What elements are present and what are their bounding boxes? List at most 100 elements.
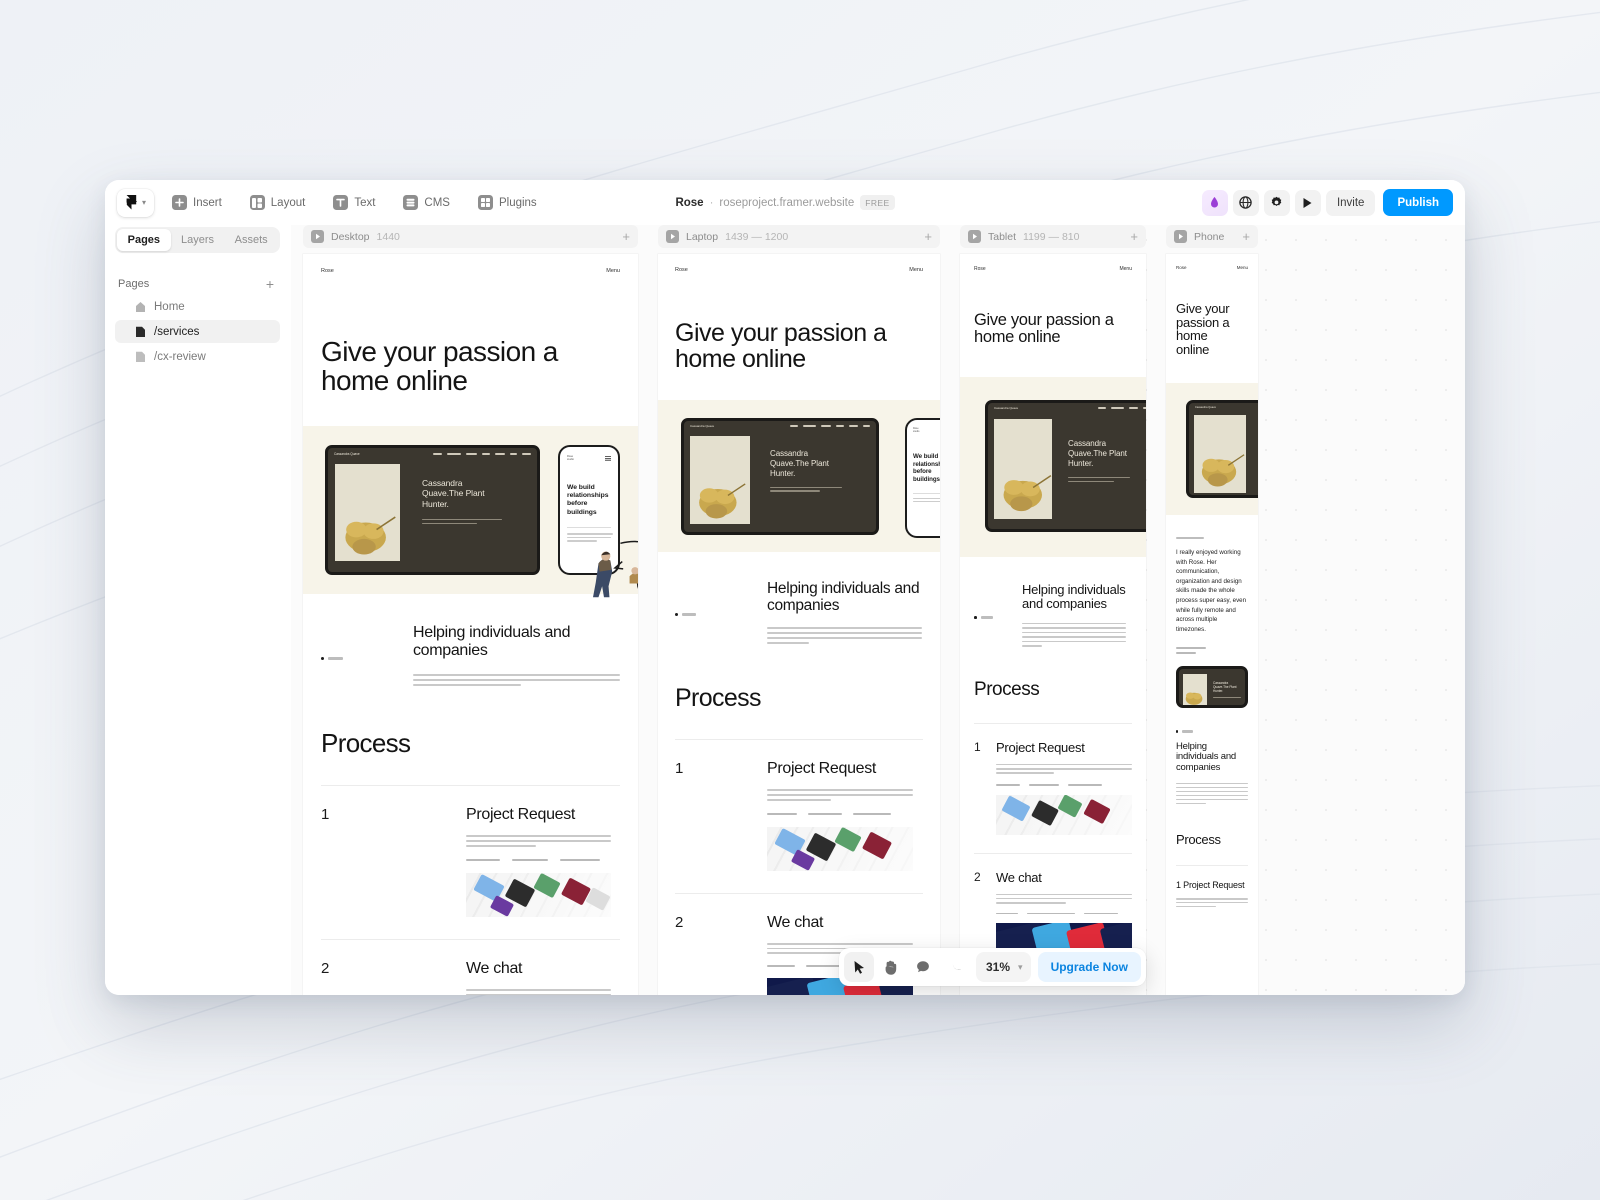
home-icon — [136, 301, 145, 312]
layout-menu-button[interactable]: Layout — [240, 189, 316, 217]
publish-button[interactable]: Publish — [1383, 189, 1453, 216]
frame-laptop[interactable]: Rose Menu Give your passion a home onlin… — [658, 254, 940, 995]
mock-copy-block: Cassandra Quave.The Plant Hunter. — [1068, 439, 1140, 529]
about-label — [675, 580, 767, 645]
comment-bubble-tool[interactable] — [908, 952, 938, 982]
step-title: We chat — [996, 869, 1042, 885]
testimonial-label — [1176, 536, 1204, 539]
sidebar-item-cx-review[interactable]: /cx-review — [115, 345, 280, 368]
bottom-toolbar: 31% ▾ Upgrade Now — [839, 948, 1146, 986]
preview-play-icon[interactable] — [1294, 189, 1321, 216]
dark-mode-moon-tool[interactable] — [940, 952, 970, 982]
add-breakpoint-icon[interactable]: + — [924, 230, 932, 243]
dried-flower-image — [345, 516, 396, 555]
mock-topbar: Cassandra Quave — [328, 448, 537, 460]
tab-layers[interactable]: Layers — [171, 229, 225, 251]
showcase-band: Cassandra Quave — [960, 376, 1146, 557]
mock-subtext — [1213, 697, 1243, 699]
site-menu-link[interactable]: Menu — [1119, 266, 1132, 272]
mock-phone-head: Rose studio — [567, 455, 611, 462]
about-heading: Helping individuals and companies — [1022, 581, 1126, 612]
about-paragraph — [1022, 622, 1132, 647]
process-step: 2 We chat — [960, 854, 1146, 964]
add-breakpoint-icon[interactable]: + — [1130, 230, 1138, 243]
frame-phone[interactable]: Rose Menu Give your passion a home onlin… — [1166, 254, 1258, 995]
mock-brand: Cassandra Quave — [690, 424, 715, 428]
step-paragraph — [996, 763, 1132, 774]
mock-copy-block: Cassandra Quave.The Plant Hunter. — [422, 478, 502, 572]
testimonial-mockup: Cassandra Quave.The Plant Hunter. — [1176, 666, 1248, 709]
frame-name: Desktop — [331, 230, 370, 243]
page-icon — [136, 326, 145, 337]
step-title: We chat — [767, 913, 824, 931]
showcase-band: Cassandra Quave — [658, 399, 940, 552]
mock-topbar: Cassandra Quave — [1189, 403, 1258, 412]
site-menu-link[interactable]: Menu — [1237, 265, 1248, 270]
grid-plugins-icon — [477, 195, 493, 210]
testimonial-quote: I really enjoyed working with Rose. Her … — [1176, 548, 1247, 633]
site-menu-link[interactable]: Menu — [909, 267, 923, 273]
mock-heading: Cassandra Quave.The Plant Hunter. — [1068, 438, 1127, 468]
ai-assistant-icon[interactable] — [1201, 189, 1228, 216]
step-title: Project Request — [996, 739, 1085, 755]
process-step: 1 Project Request — [303, 786, 638, 917]
frame-name: Laptop — [686, 230, 719, 243]
mock-photo — [1183, 674, 1207, 706]
tab-pages[interactable]: Pages — [117, 229, 171, 251]
frame-size: 1440 — [376, 230, 400, 243]
frame-desktop[interactable]: Rose Menu Give your passion a home onlin… — [303, 254, 638, 995]
settings-gear-icon[interactable] — [1263, 189, 1290, 216]
mock-nav-links — [790, 425, 870, 427]
mock-heading: Cassandra Quave.The Plant Hunter. — [422, 477, 485, 510]
mock-subtext — [422, 518, 502, 525]
frame-tablet[interactable]: Rose Menu Give your passion a home onlin… — [960, 254, 1146, 995]
tab-assets[interactable]: Assets — [224, 229, 278, 251]
hand-pan-tool[interactable] — [876, 952, 906, 982]
design-canvas[interactable]: Desktop 1440 + Rose Menu Give your passi… — [291, 225, 1465, 995]
page-icon — [136, 351, 145, 362]
about-section: Helping individuals and companies — [1166, 708, 1258, 805]
text-menu-button[interactable]: Text — [323, 189, 385, 217]
step-title: We chat — [466, 959, 523, 977]
add-breakpoint-icon[interactable]: + — [1242, 230, 1250, 243]
text-t-icon — [333, 195, 349, 210]
framer-logo-button[interactable]: ▾ — [117, 188, 155, 217]
frame-header-desktop[interactable]: Desktop 1440 + — [303, 225, 638, 248]
step-number: 2 — [675, 913, 684, 931]
step-paragraph — [466, 835, 620, 847]
upgrade-now-button[interactable]: Upgrade Now — [1037, 952, 1141, 982]
cms-menu-button[interactable]: CMS — [393, 189, 460, 217]
frame-column-tablet: Tablet 1199 — 810 + Rose Menu Give your … — [960, 225, 1146, 995]
mock-photo — [335, 463, 400, 561]
about-paragraph — [413, 673, 620, 687]
frame-header-laptop[interactable]: Laptop 1439 — 1200 + — [658, 225, 940, 248]
sidebar-item-services[interactable]: /services — [115, 320, 280, 343]
about-label — [1176, 730, 1248, 733]
add-breakpoint-icon[interactable]: + — [622, 230, 630, 243]
frame-header-tablet[interactable]: Tablet 1199 — 810 + — [960, 225, 1146, 248]
site-brand: Rose — [321, 268, 334, 274]
globe-icon[interactable] — [1232, 189, 1259, 216]
mock-heading: Cassandra Quave.The Plant Hunter. — [770, 448, 829, 478]
sidebar-item-home[interactable]: Home — [115, 295, 280, 318]
frame-size: 1199 — 810 — [1023, 230, 1080, 243]
step-paragraph — [466, 988, 620, 995]
dried-flower-image — [1201, 453, 1245, 487]
select-arrow-tool[interactable] — [844, 952, 874, 982]
insert-menu-button[interactable]: Insert — [162, 189, 232, 217]
mock-copy-block: Cassandra Quave.The Plant Hunter. — [770, 449, 844, 532]
about-paragraph — [1176, 782, 1248, 805]
invite-button[interactable]: Invite — [1325, 189, 1376, 216]
dried-flower-image — [699, 482, 746, 518]
zoom-level-select[interactable]: 31% ▾ — [976, 952, 1031, 982]
frame-column-desktop: Desktop 1440 + Rose Menu Give your passi… — [303, 225, 638, 995]
plugins-menu-button[interactable]: Plugins — [468, 189, 547, 217]
frame-header-phone[interactable]: Phone + — [1166, 225, 1258, 248]
add-page-icon[interactable]: + — [266, 277, 274, 291]
site-menu-link[interactable]: Menu — [606, 268, 620, 274]
mock-nav-links — [433, 452, 531, 455]
sidebar-item-label: Home — [154, 300, 185, 313]
step-paragraph — [767, 789, 923, 801]
step-number: 1 — [675, 760, 684, 778]
process-heading: Process — [321, 728, 411, 759]
